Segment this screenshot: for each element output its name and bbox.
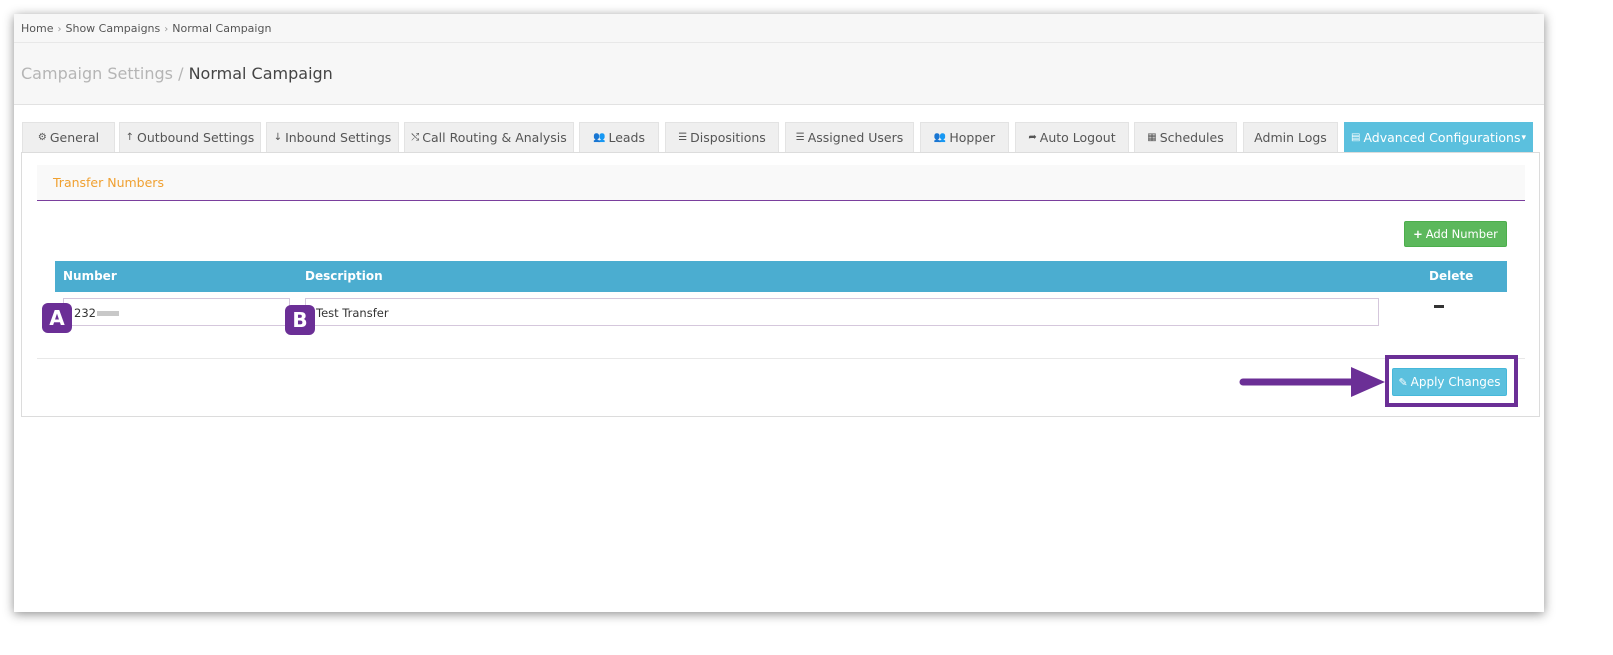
ordered-list-icon: ☰ — [795, 132, 805, 143]
tab-leads[interactable]: 👥 Leads — [579, 122, 659, 152]
arrow-down-icon: ↓ — [273, 132, 283, 143]
column-header-description: Description — [305, 269, 383, 283]
add-number-label: Add Number — [1425, 227, 1498, 241]
tab-advanced-configurations[interactable]: ▤ Advanced Configurations ▾ — [1344, 122, 1533, 152]
delete-row-button[interactable] — [1434, 305, 1444, 308]
tab-assigned-users[interactable]: ☰ Assigned Users — [785, 122, 914, 152]
column-header-number: Number — [63, 269, 117, 283]
random-icon: ⤭ — [411, 132, 420, 143]
table-header: Number Description Delete — [55, 261, 1507, 292]
annotation-arrow — [1239, 367, 1385, 397]
tab-outbound-settings[interactable]: ↑ Outbound Settings — [119, 122, 261, 152]
tab-label: Call Routing & Analysis — [422, 130, 567, 145]
tab-label: Admin Logs — [1254, 130, 1327, 145]
cogs-icon: ⚙ — [37, 132, 47, 143]
annotation-badge-a: A — [42, 303, 72, 333]
tab-label: Schedules — [1159, 130, 1224, 145]
tab-call-routing[interactable]: ⤭ Call Routing & Analysis — [404, 122, 574, 152]
list-icon: ☰ — [678, 132, 688, 143]
tab-label: Dispositions — [690, 130, 766, 145]
tab-label: Assigned Users — [807, 130, 904, 145]
add-number-button[interactable]: + Add Number — [1404, 221, 1507, 247]
tab-hopper[interactable]: 👥 Hopper — [920, 122, 1009, 152]
description-value: Test Transfer — [316, 306, 389, 320]
tab-label: Auto Logout — [1039, 130, 1116, 145]
tab-inbound-settings[interactable]: ↓ Inbound Settings — [266, 122, 399, 152]
tab-admin-logs[interactable]: Admin Logs — [1243, 122, 1338, 152]
tab-schedules[interactable]: ▦ Schedules — [1134, 122, 1237, 152]
plus-icon: + — [1413, 227, 1423, 241]
table-row: 232 Test Transfer — [55, 298, 1507, 330]
tab-label: Outbound Settings — [137, 130, 255, 145]
apply-changes-label: Apply Changes — [1410, 375, 1501, 389]
breadcrumb-campaigns[interactable]: Show Campaigns — [65, 22, 160, 35]
server-icon: ▤ — [1351, 132, 1361, 143]
page-title-separator: / — [178, 64, 184, 83]
tab-general[interactable]: ⚙ General — [22, 122, 115, 152]
caret-down-icon: ▾ — [1521, 132, 1526, 143]
arrow-up-icon: ↑ — [125, 132, 135, 143]
breadcrumb-separator: › — [57, 24, 62, 35]
breadcrumb-home[interactable]: Home — [21, 22, 53, 35]
tab-dispositions[interactable]: ☰ Dispositions — [665, 122, 779, 152]
users-icon: 👥 — [933, 132, 947, 143]
number-value: 232 — [74, 306, 96, 320]
page-title-section: Campaign Settings — [21, 64, 173, 83]
apply-changes-button[interactable]: ✎ Apply Changes — [1392, 368, 1507, 396]
divider — [37, 358, 1525, 359]
number-field[interactable]: 232 — [63, 298, 290, 326]
column-header-delete: Delete — [1429, 269, 1474, 283]
tab-label: Leads — [608, 130, 645, 145]
calendar-icon: ▦ — [1147, 132, 1157, 143]
tab-label: Advanced Configurations — [1363, 130, 1521, 145]
edit-icon: ✎ — [1398, 375, 1408, 389]
breadcrumb-separator: › — [164, 24, 169, 35]
users-icon: 👥 — [593, 132, 606, 143]
page-title: Campaign Settings / Normal Campaign — [14, 43, 1544, 105]
breadcrumb-current: Normal Campaign — [172, 22, 272, 35]
redacted-digits — [96, 311, 119, 316]
page-title-campaign: Normal Campaign — [188, 64, 333, 83]
section-heading: Transfer Numbers — [37, 165, 1525, 201]
annotation-badge-b: B — [285, 305, 315, 335]
tab-label: Hopper — [949, 130, 996, 145]
tab-label: General — [49, 130, 100, 145]
sign-out-icon: ➦ — [1028, 132, 1037, 143]
tab-label: Inbound Settings — [285, 130, 392, 145]
transfer-numbers-panel: Transfer Numbers + Add Number Number Desc… — [21, 152, 1540, 417]
tab-auto-logout[interactable]: ➦ Auto Logout — [1015, 122, 1129, 152]
app-window: Home › Show Campaigns › Normal Campaign Camp… — [14, 14, 1544, 612]
description-field[interactable]: Test Transfer — [305, 298, 1379, 326]
breadcrumb: Home › Show Campaigns › Normal Campaign — [14, 14, 1544, 43]
